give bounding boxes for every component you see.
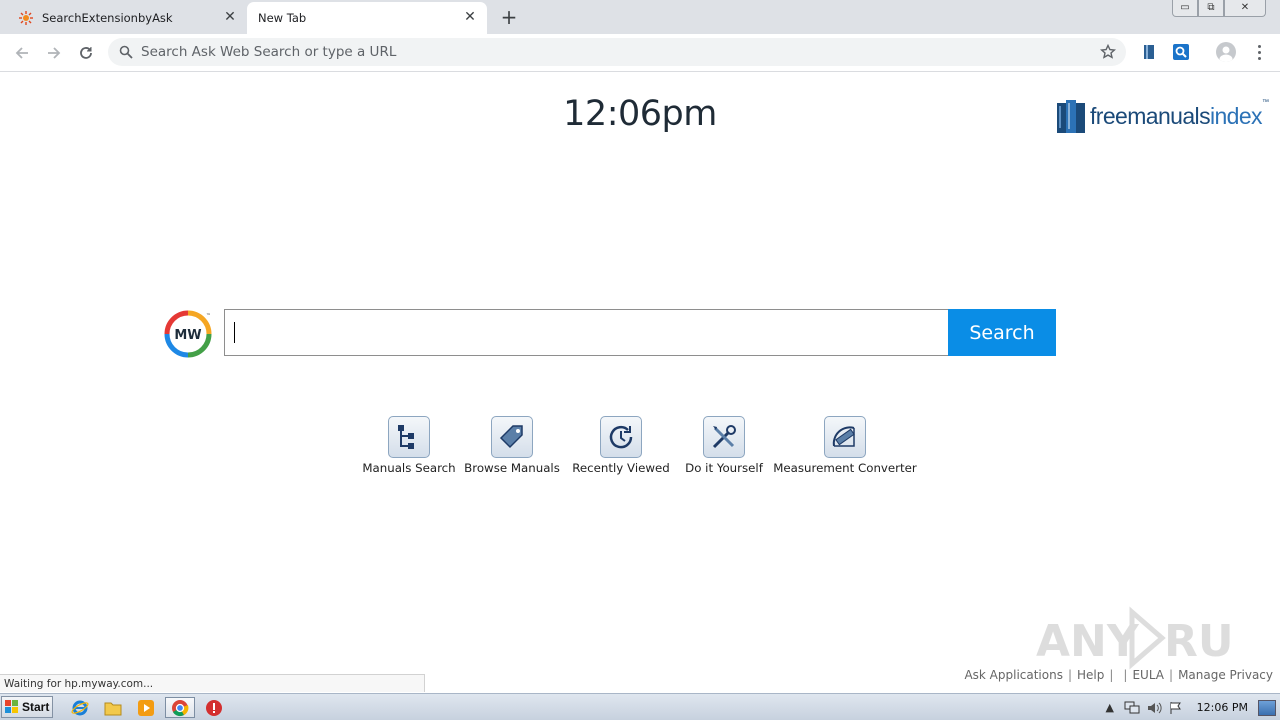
manuals-extension-icon[interactable] <box>1140 43 1158 61</box>
shortcut-measurement-converter[interactable]: Measurement Converter <box>773 416 917 475</box>
mw-logo-icon: MW ™ <box>164 310 212 358</box>
tag-icon <box>491 416 533 458</box>
anyrun-watermark-logo: ANY RUN <box>1036 606 1236 670</box>
search-button[interactable]: Search <box>948 309 1056 356</box>
shortcut-manuals-search[interactable]: Manuals Search <box>362 416 456 475</box>
mw-logo-text: MW <box>174 328 201 343</box>
separator: | <box>1123 668 1128 682</box>
brand-tm: ™ <box>1261 98 1269 106</box>
tab-close-icon[interactable]: ✕ <box>463 10 477 24</box>
shortcut-label: Recently Viewed <box>572 461 670 475</box>
bookmark-star-icon[interactable] <box>1100 44 1116 60</box>
search-input[interactable] <box>224 309 949 356</box>
new-tab-button[interactable]: + <box>498 7 520 29</box>
back-arrow-icon <box>15 47 28 59</box>
profile-avatar-icon[interactable] <box>1216 42 1236 62</box>
browser-toolbar: Search Ask Web Search or type a URL <box>0 34 1280 72</box>
footer-links: Ask Applications | Help | | EULA | Manage Priva… <box>964 668 1273 682</box>
tab-close-icon[interactable]: ✕ <box>223 10 237 24</box>
brand-word-light: index <box>1209 102 1263 129</box>
minimize-button[interactable]: ▭ <box>1172 0 1198 17</box>
volume-icon[interactable] <box>1145 700 1163 716</box>
shortcut-label: Manuals Search <box>362 461 456 475</box>
tab-strip: SearchExtensionbyAsk ✕ New Tab ✕ + ▭ ⧉ ✕ <box>0 0 1280 34</box>
reload-icon <box>80 47 92 59</box>
action-center-flag-icon[interactable] <box>1167 700 1185 716</box>
system-tray: ▲ 12:06 PM <box>1099 694 1280 721</box>
address-placeholder: Search Ask Web Search or type a URL <box>141 44 397 60</box>
tab-new-tab[interactable]: New Tab ✕ <box>247 2 487 34</box>
file-explorer-icon[interactable] <box>102 697 124 718</box>
sitemap-icon <box>388 416 430 458</box>
separator: | <box>1169 668 1174 682</box>
media-player-icon[interactable] <box>135 697 157 718</box>
shortcut-do-it-yourself[interactable]: Do it Yourself <box>683 416 765 475</box>
status-text: Waiting for hp.myway.com... <box>4 677 154 690</box>
close-window-button[interactable]: ✕ <box>1224 0 1266 17</box>
window-controls: ▭ ⧉ ✕ <box>1172 0 1266 17</box>
help-link[interactable]: Help <box>1077 668 1104 682</box>
forward-arrow-icon <box>48 47 61 59</box>
internet-explorer-icon[interactable] <box>69 697 91 718</box>
start-button[interactable]: Start <box>1 696 53 718</box>
back-button[interactable] <box>11 42 33 64</box>
shortcut-browse-manuals[interactable]: Browse Manuals <box>464 416 560 475</box>
network-icon[interactable] <box>1123 700 1141 716</box>
windows-taskbar: Start ▲ 12:06 PM <box>0 693 1280 720</box>
ask-sun-icon <box>19 11 33 25</box>
reload-button[interactable] <box>75 42 97 64</box>
brand-word-bold: freemanuals <box>1090 102 1211 129</box>
windows-logo-icon <box>5 700 18 713</box>
show-desktop-button[interactable] <box>1258 699 1276 716</box>
ask-applications-link[interactable]: Ask Applications <box>964 668 1063 682</box>
separator: | <box>1067 668 1073 682</box>
tools-icon <box>703 416 745 458</box>
manage-privacy-link[interactable]: Manage Privacy <box>1178 668 1273 682</box>
search-extension-icon[interactable] <box>1172 43 1190 61</box>
start-label: Start <box>22 700 50 714</box>
shortcut-label: Measurement Converter <box>773 461 917 475</box>
restore-button[interactable]: ⧉ <box>1198 0 1224 17</box>
books-icon <box>1057 100 1085 133</box>
separator: | <box>1109 668 1114 682</box>
freemanualsindex-logo[interactable]: freemanualsindex™ <box>1056 96 1269 136</box>
address-bar[interactable]: Search Ask Web Search or type a URL <box>108 38 1126 66</box>
status-bubble: Waiting for hp.myway.com... <box>0 674 425 692</box>
text-caret <box>234 322 235 343</box>
browser-menu-icon[interactable] <box>1252 43 1266 63</box>
stop-sign-icon[interactable] <box>203 697 225 718</box>
shortcut-recently-viewed[interactable]: Recently Viewed <box>571 416 671 475</box>
shortcut-label: Browse Manuals <box>464 461 560 475</box>
forward-button[interactable] <box>43 42 65 64</box>
svg-text:RUN: RUN <box>1164 616 1236 667</box>
tab-label: SearchExtensionbyAsk <box>42 11 173 25</box>
ruler-protractor-icon <box>824 416 866 458</box>
tab-searchextensionbyask[interactable]: SearchExtensionbyAsk ✕ <box>0 2 247 34</box>
svg-text:ANY: ANY <box>1036 616 1140 667</box>
eula-link[interactable]: EULA <box>1132 668 1164 682</box>
tray-expand-icon[interactable]: ▲ <box>1101 700 1119 716</box>
clock-history-icon <box>600 416 642 458</box>
shortcut-label: Do it Yourself <box>685 461 763 475</box>
chrome-taskbar-icon[interactable] <box>165 697 195 718</box>
search-icon <box>119 45 133 59</box>
taskbar-clock[interactable]: 12:06 PM <box>1197 701 1248 714</box>
tab-label: New Tab <box>258 11 307 25</box>
mw-logo-tm: ™ <box>206 313 211 319</box>
